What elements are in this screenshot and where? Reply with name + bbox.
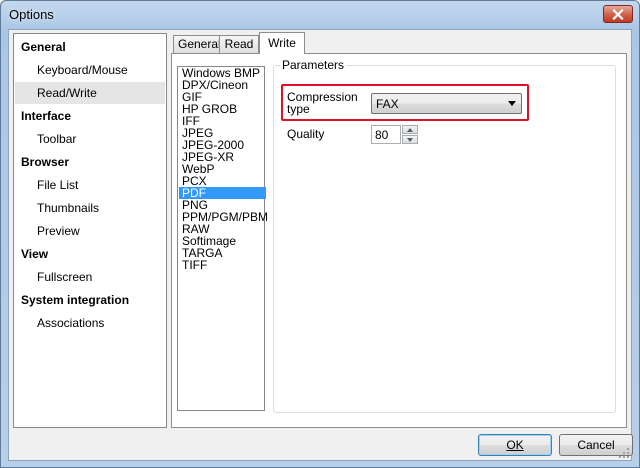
spin-up-button[interactable] — [402, 125, 418, 134]
dialog-client-area: General Keyboard/Mouse Read/Write Interface… — [8, 29, 633, 461]
resize-grip-icon[interactable] — [619, 448, 629, 458]
options-dialog: Options General Keyboard/Mouse Read/Write I… — [0, 0, 640, 468]
compression-type-label: Compression type — [287, 90, 358, 116]
nav-item-read-write[interactable]: Read/Write — [15, 82, 165, 104]
write-tab-panel: Windows BMP DPX/Cineon GIF HP GROB IFF JPEG JP… — [171, 53, 627, 428]
arrow-down-icon — [407, 137, 413, 142]
nav-item-keyboard-mouse[interactable]: Keyboard/Mouse — [15, 59, 165, 81]
nav-item-fullscreen[interactable]: Fullscreen — [15, 266, 165, 288]
quality-input[interactable]: 80 — [371, 125, 401, 144]
category-tree[interactable]: General Keyboard/Mouse Read/Write Interface… — [13, 33, 167, 428]
parameters-legend: Parameters — [280, 58, 347, 72]
close-button[interactable] — [603, 5, 633, 23]
nav-item-file-list[interactable]: File List — [15, 174, 165, 196]
nav-item-browser[interactable]: Browser — [15, 151, 165, 173]
nav-item-preview[interactable]: Preview — [15, 220, 165, 242]
nav-item-system-integration[interactable]: System integration — [15, 289, 165, 311]
close-icon — [612, 8, 624, 20]
nav-item-interface[interactable]: Interface — [15, 105, 165, 127]
compression-type-dropdown[interactable]: FAX — [371, 93, 522, 114]
quality-value: 80 — [375, 128, 389, 142]
quality-label: Quality — [287, 127, 325, 141]
tab-general[interactable]: General — [173, 35, 221, 53]
ok-button[interactable]: OK — [478, 434, 552, 456]
nav-item-view[interactable]: View — [15, 243, 165, 265]
tab-read[interactable]: Read — [219, 35, 259, 53]
dropdown-arrow-icon — [508, 101, 516, 106]
compression-type-value: FAX — [376, 97, 399, 111]
nav-item-toolbar[interactable]: Toolbar — [15, 128, 165, 150]
nav-item-thumbnails[interactable]: Thumbnails — [15, 197, 165, 219]
spin-down-button[interactable] — [402, 135, 418, 144]
tab-write[interactable]: Write — [259, 32, 305, 54]
parameters-group: Parameters Compression type FAX Quality … — [273, 58, 616, 413]
format-list[interactable]: Windows BMP DPX/Cineon GIF HP GROB IFF JPEG JP… — [177, 66, 268, 411]
format-item[interactable]: TIFF — [179, 259, 266, 271]
nav-item-general[interactable]: General — [15, 36, 165, 58]
quality-spinner — [402, 125, 418, 144]
window-title: Options — [9, 7, 54, 22]
arrow-up-icon — [407, 127, 413, 132]
title-bar[interactable]: Options — [1, 1, 639, 29]
nav-item-associations[interactable]: Associations — [15, 312, 165, 334]
